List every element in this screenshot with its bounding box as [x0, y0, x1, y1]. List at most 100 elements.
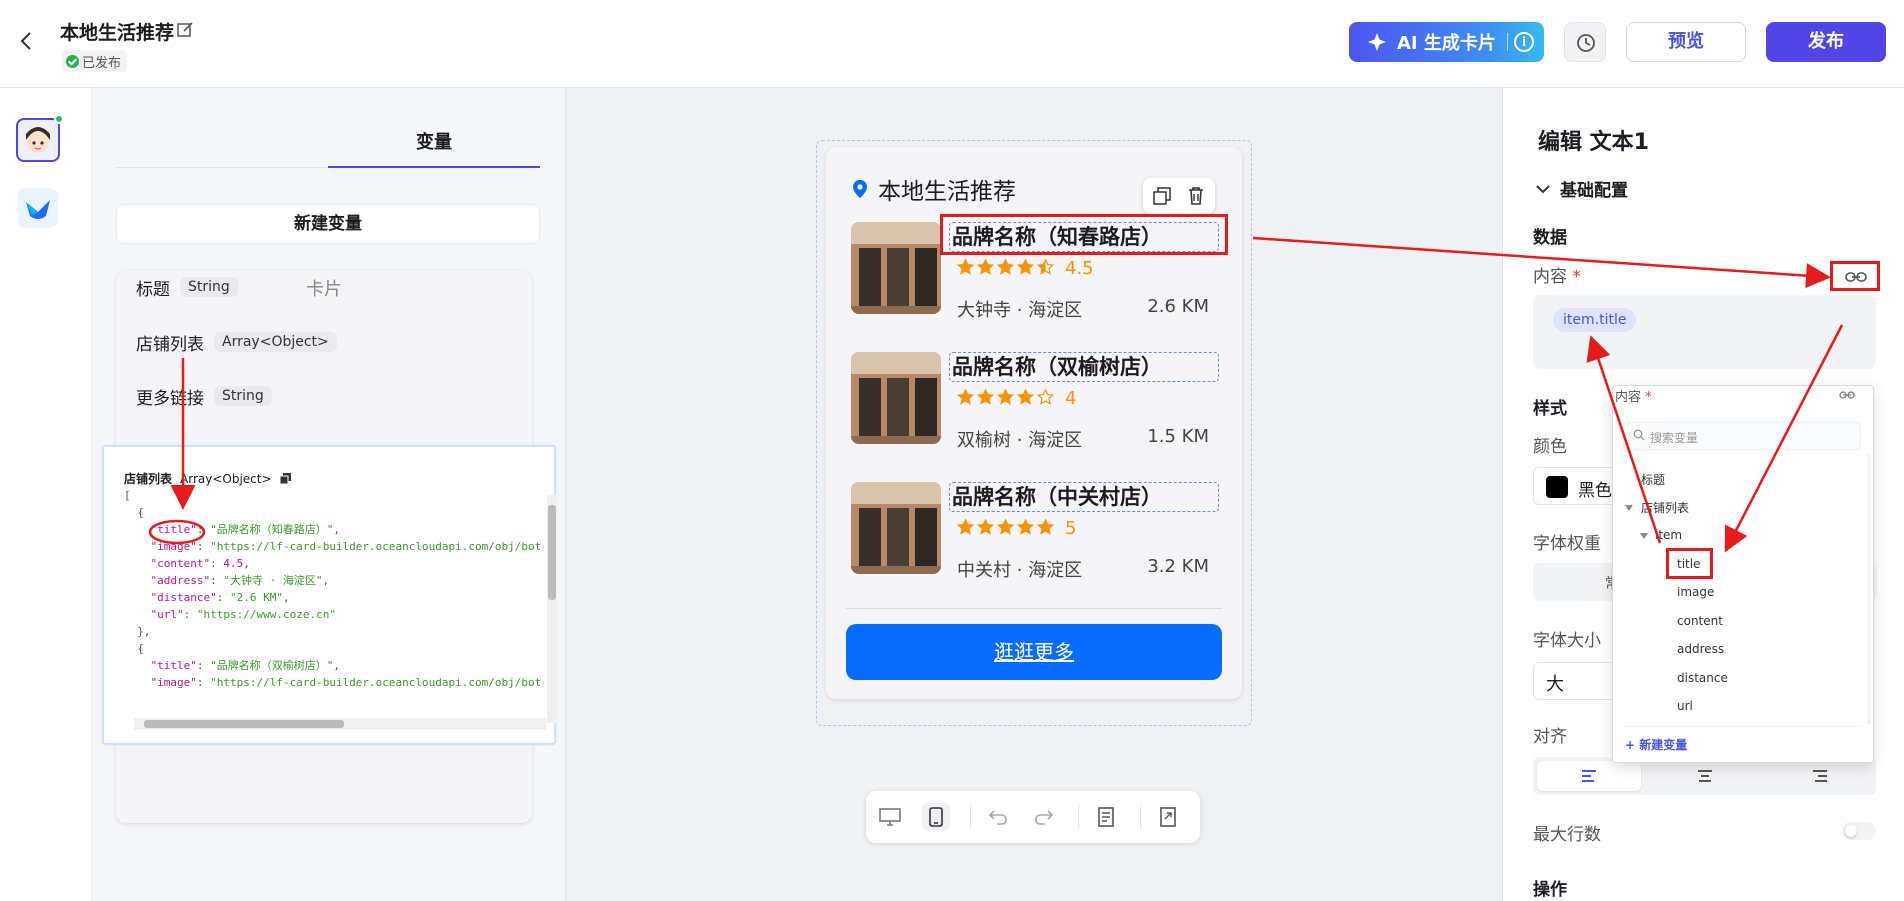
shop-image[interactable] [851, 352, 941, 444]
picker-item-field[interactable]: address [1677, 642, 1724, 656]
mobile-icon [929, 807, 943, 827]
color-value: 黑色 [1578, 481, 1612, 501]
picker-new-variable-button[interactable]: + 新建变量 [1625, 736, 1687, 753]
preview-button[interactable]: 预览 [1626, 22, 1746, 62]
font-size-label: 字体大小 [1533, 631, 1601, 651]
content-input[interactable] [1533, 295, 1876, 369]
star-icon [1036, 257, 1055, 279]
star-icon [956, 517, 975, 539]
picker-item-field[interactable]: url [1677, 699, 1693, 713]
export-icon [1160, 807, 1176, 827]
export-button[interactable] [1154, 803, 1182, 831]
location-pin-icon [853, 180, 867, 198]
redo-button[interactable] [1030, 803, 1058, 831]
expand-caret-icon[interactable] [1625, 505, 1633, 511]
picker-divider [1623, 726, 1863, 727]
desktop-icon [879, 808, 901, 826]
variable-type-tag: Array<Object> [214, 332, 337, 352]
json-variable-name: 店铺列表 [124, 472, 173, 486]
bound-variable-chip[interactable]: item.title [1553, 308, 1637, 332]
new-variable-button[interactable]: 新建变量 [116, 204, 540, 244]
variable-name: 店铺列表 [136, 334, 204, 355]
variable-row[interactable]: 标题 String [136, 273, 238, 301]
annotation-highlight-link-icon [1830, 261, 1880, 291]
expand-caret-icon[interactable] [1640, 533, 1648, 539]
delete-icon[interactable] [1187, 186, 1205, 206]
publish-button[interactable]: 发布 [1766, 22, 1886, 62]
ai-generate-card-button[interactable]: AI 生成卡片 i [1349, 22, 1544, 62]
picker-item-field[interactable]: distance [1677, 671, 1728, 685]
duplicate-icon[interactable] [1153, 187, 1171, 205]
shop-name[interactable]: 品牌名称（中关村店） [949, 482, 1219, 512]
picker-item-shop-list[interactable]: 店铺列表 [1641, 499, 1689, 516]
bot-avatar[interactable] [16, 118, 60, 162]
picker-link-icon[interactable] [1839, 390, 1855, 400]
shop-image[interactable] [851, 222, 941, 314]
star-icon [996, 387, 1015, 409]
star-icon [956, 387, 975, 409]
variable-row[interactable]: 店铺列表 Array<Object> [136, 328, 337, 356]
variable-type-tag: String [214, 386, 272, 406]
app-logo-icon[interactable] [18, 188, 58, 228]
json-preview-header: 店铺列表 Array<Object> [124, 470, 291, 487]
shop-name[interactable]: 品牌名称（双榆树店） [949, 352, 1219, 382]
status-text: 已发布 [82, 55, 122, 71]
shop-rating: 4 [956, 387, 1077, 409]
star-icon [976, 517, 995, 539]
picker-item-item[interactable]: item [1655, 528, 1682, 542]
align-right-button[interactable] [1768, 761, 1872, 791]
undo-button[interactable] [984, 803, 1012, 831]
history-button[interactable] [1564, 22, 1606, 62]
back-arrow-icon[interactable] [16, 30, 38, 52]
document-button[interactable] [1092, 803, 1120, 831]
align-center-button[interactable] [1653, 761, 1757, 791]
mobile-view-button[interactable] [922, 803, 950, 831]
color-select[interactable]: 黑色 [1533, 467, 1623, 505]
star-icon [996, 517, 1015, 539]
card-title[interactable]: 本地生活推荐 [878, 172, 1016, 206]
picker-item-field[interactable]: image [1677, 585, 1714, 599]
element-toolbar [1143, 178, 1215, 214]
annotation-highlight-title-field [1666, 548, 1713, 579]
variable-row[interactable]: 更多链接 String [136, 382, 272, 410]
align-right-icon [1813, 770, 1827, 782]
edit-title-icon[interactable] [176, 21, 194, 39]
picker-required-mark: * [1645, 390, 1652, 405]
json-horizontal-scrollbar[interactable] [134, 718, 546, 730]
shop-item: 品牌名称（双榆树店） 4 双榆树 · 海淀区 1.5 KM [851, 352, 1219, 451]
picker-item-field[interactable]: content [1677, 614, 1723, 628]
shop-rating: 5 [956, 517, 1077, 539]
ai-generate-label: AI 生成卡片 [1397, 33, 1496, 54]
variable-picker-dropdown: 内容 * 搜索变量 标题 店铺列表 item title image conte… [1612, 385, 1874, 763]
font-size-select[interactable]: 大 [1533, 662, 1623, 700]
more-button[interactable]: 逛逛更多 [846, 624, 1222, 680]
annotation-highlight-shop-name [940, 214, 1228, 255]
basic-config-section[interactable]: 基础配置 [1536, 176, 1628, 201]
info-icon[interactable]: i [1514, 32, 1534, 52]
json-vertical-scrollbar[interactable] [547, 495, 557, 723]
actions-label: 操作 [1533, 880, 1567, 900]
variable-type-tag: String [180, 277, 238, 297]
variables-panel: 卡片 变量 新建变量 标题 String 店铺列表 Array<Object> … [92, 88, 566, 901]
document-icon [1098, 807, 1114, 827]
shop-image[interactable] [851, 482, 941, 574]
max-lines-toggle[interactable] [1842, 822, 1876, 840]
rating-value: 5 [1065, 518, 1077, 539]
undo-icon [988, 810, 1007, 825]
sparkle-icon [1368, 33, 1386, 51]
picker-scrollbar[interactable] [1867, 454, 1871, 724]
tab-variables[interactable]: 变量 [328, 124, 540, 168]
picker-item-title-var[interactable]: 标题 [1641, 471, 1665, 488]
copy-icon[interactable] [279, 473, 291, 484]
align-left-button[interactable] [1537, 761, 1641, 791]
properties-title: 编辑 文本1 [1538, 130, 1649, 155]
variable-search-input[interactable]: 搜索变量 [1623, 422, 1861, 450]
content-label-text: 内容 [1533, 267, 1567, 287]
json-code-block: [ { "title": "品牌名称（知春路店）", "image": "htt… [124, 489, 544, 689]
rating-value: 4 [1065, 388, 1077, 409]
desktop-view-button[interactable] [876, 803, 904, 831]
star-icon [976, 387, 995, 409]
star-icon [976, 257, 995, 279]
variable-name: 更多链接 [136, 388, 204, 409]
toolbar-separator [970, 805, 971, 829]
